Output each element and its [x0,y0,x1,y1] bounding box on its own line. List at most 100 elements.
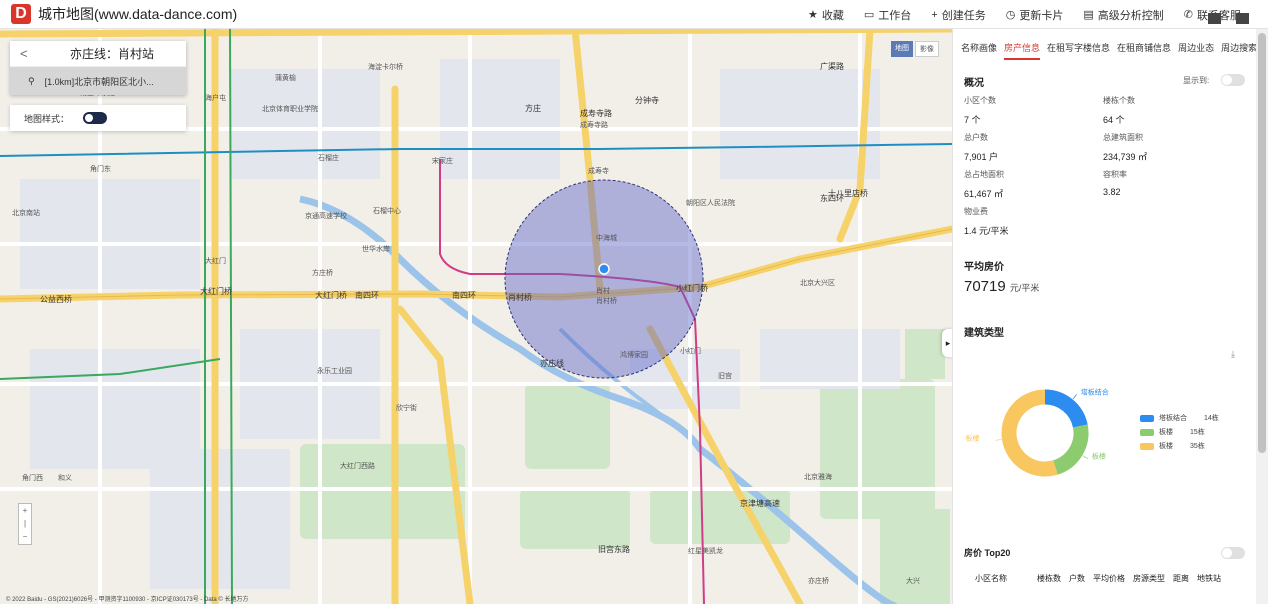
road-label: 分钟寺 [635,96,659,105]
table-header-cell[interactable]: 房源类型 [1133,573,1165,584]
tab[interactable]: 在租商铺信息 [1117,41,1171,60]
legend-count: 15栋 [1190,429,1205,436]
tab[interactable]: 房产信息 [1004,41,1041,60]
topnav-label: 高级分析控制 [1097,9,1164,22]
zoom-in-button[interactable]: + [19,504,31,517]
place-label: 北京体育职业学院 [262,106,318,113]
building-type-title: 建筑类型 [964,328,1004,339]
place-label: 海淀卡尔桥 [368,64,403,71]
place-label: 方庄桥 [312,270,333,277]
avg-price-title: 平均房价 [964,262,1004,273]
place-label: 大红门 [205,258,226,265]
donut-slice[interactable] [1044,389,1088,428]
maximize-icon[interactable] [1236,13,1249,24]
place-label: 永乐工业园 [317,368,352,375]
app-title: 城市地图(www.data-dance.com) [38,6,238,22]
overview-toggle-label: 显示到: [1183,76,1210,85]
table-header-cell[interactable]: 地铁站 [1197,573,1221,584]
tab[interactable]: 周边搜索 [1221,41,1257,60]
table-header-cell[interactable]: 小区名称 [975,573,1007,584]
route-card: < 亦庄线：肖村站 ⚲ [1.0km]北京市朝阳区北小... [10,41,186,95]
map-type-satellite[interactable]: 影像 [915,41,939,57]
donut-callout-line [1072,394,1077,400]
table-header-cell[interactable]: 距离 [1173,573,1189,584]
road-label: 成寿寺路 [580,109,612,118]
building-type-donut: 塔板结合板楼板楼 [966,387,1109,477]
place-label: 宋家庄 [432,158,453,165]
place-label: 小红门 [680,348,701,355]
topnav-item[interactable]: ★ 收藏 [808,7,844,23]
minimize-icon[interactable] [1208,13,1221,24]
overview-toggle[interactable] [1221,74,1245,86]
donut-callout-line [1082,455,1089,460]
road-label: 南四环 [355,291,379,300]
place-label: 角门西 [22,475,43,482]
donut-slice[interactable] [1001,389,1058,477]
legend-item[interactable]: 板楼 15栋 [1140,427,1205,437]
plus-icon: + [931,8,938,21]
map-style-toggle[interactable] [83,112,108,124]
overview-title: 概况 [964,78,984,89]
top20-toggle[interactable] [1221,547,1245,559]
legend-item[interactable]: 塔板结合 14栋 [1140,413,1219,423]
tab[interactable]: 周边业态 [1178,41,1214,60]
road-label: 公益西桥 [40,295,72,304]
place-label: 中海城 [596,235,617,242]
map-type-switch: 地图 影像 [891,41,939,57]
route-title: 亦庄线：肖村站 [70,47,155,61]
donut-slice[interactable] [1052,424,1089,475]
location-pin-icon: ⚲ [28,75,35,86]
legend-label: 板楼 [1159,429,1173,436]
table-header-cell[interactable]: 楼栋数 [1037,573,1061,584]
tab[interactable]: 名称画像 [961,41,997,60]
map-copyright: © 2022 Baidu - GS(2021)6026号 - 甲测资字11009… [6,597,249,603]
top-nav: ★收藏▭工作台+创建任务◷更新卡片▤高级分析控制✆联系客服 [808,0,1261,29]
overview-item: 总建筑面积 234,739 ㎡ [1103,133,1148,162]
road-label: 大红门桥 [315,291,347,300]
topnav-item[interactable]: + 创建任务 [931,7,985,23]
road-label: 大红门桥 [200,287,232,296]
place-label: 成寿寺路 [580,122,608,129]
route-item[interactable]: ⚲ [1.0km]北京市朝阳区北小... [10,67,186,95]
legend-swatch [1140,414,1154,422]
app-logo[interactable]: D [11,4,31,24]
place-label: 肖村桥 [596,298,617,305]
zoom-control: + | − [18,503,32,545]
report-icon: ▤ [1083,9,1094,21]
place-label: 石榴中心 [373,208,401,215]
tab[interactable]: 在租写字楼信息 [1047,41,1110,60]
topnav-item[interactable]: ◷ 更新卡片 [1006,7,1064,23]
info-panel: 名称画像 房产信息 在租写字楼信息 在租商铺信息 周边业态 周边搜索 概况 显示到: 小区… [952,29,1257,604]
place-label: 和义 [58,475,72,482]
map-type-map[interactable]: 地图 [891,41,913,57]
legend-swatch [1140,428,1154,436]
avg-price-value: 70719 元/平米 [964,278,1040,295]
zoom-slider[interactable]: | [19,517,31,530]
panel-collapse-button[interactable]: ▸ [942,329,952,357]
download-icon[interactable]: ⤓ [1231,349,1235,360]
road-label: 广渠路 [820,62,844,71]
topnav-label: 工作台 [878,9,912,22]
panel-tabs: 名称画像 房产信息 在租写字楼信息 在租商铺信息 周边业态 周边搜索 [961,41,1264,60]
place-label: 世华水岸 [362,246,390,253]
topnav-label: 更新卡片 [1019,9,1064,22]
top20-title: 房价 Top20 [964,548,1011,558]
legend-count: 14栋 [1204,415,1219,422]
table-header-cell[interactable]: 平均价格 [1093,573,1125,584]
scrollbar-thumb[interactable] [1258,33,1266,453]
overview-item: 楼栋个数 64 个 [1103,96,1135,125]
table-header-cell[interactable]: 户数 [1069,573,1085,584]
back-button[interactable]: < [20,46,48,61]
panel-scrollbar[interactable] [1256,29,1268,604]
donut-callout: 板楼 [966,433,980,442]
topnav-item[interactable]: ▭ 工作台 [864,7,911,23]
legend-item[interactable]: 板楼 35栋 [1140,441,1205,451]
road-label: 旧宫东路 [598,545,630,554]
road-label: 京津塘高速 [740,499,780,508]
overview-item: 容积率 3.82 [1103,170,1127,197]
map-canvas[interactable]: 南三环南三环南四环南四环大红门桥公益西桥大红门桥旧宫东路广渠路东四环京津塘高速成… [0,29,952,604]
zoom-out-button[interactable]: − [19,530,31,543]
topnav-item[interactable]: ▤ 高级分析控制 [1083,7,1163,23]
place-label: 旧宫 [718,373,732,380]
topnav-label: 收藏 [821,9,844,22]
